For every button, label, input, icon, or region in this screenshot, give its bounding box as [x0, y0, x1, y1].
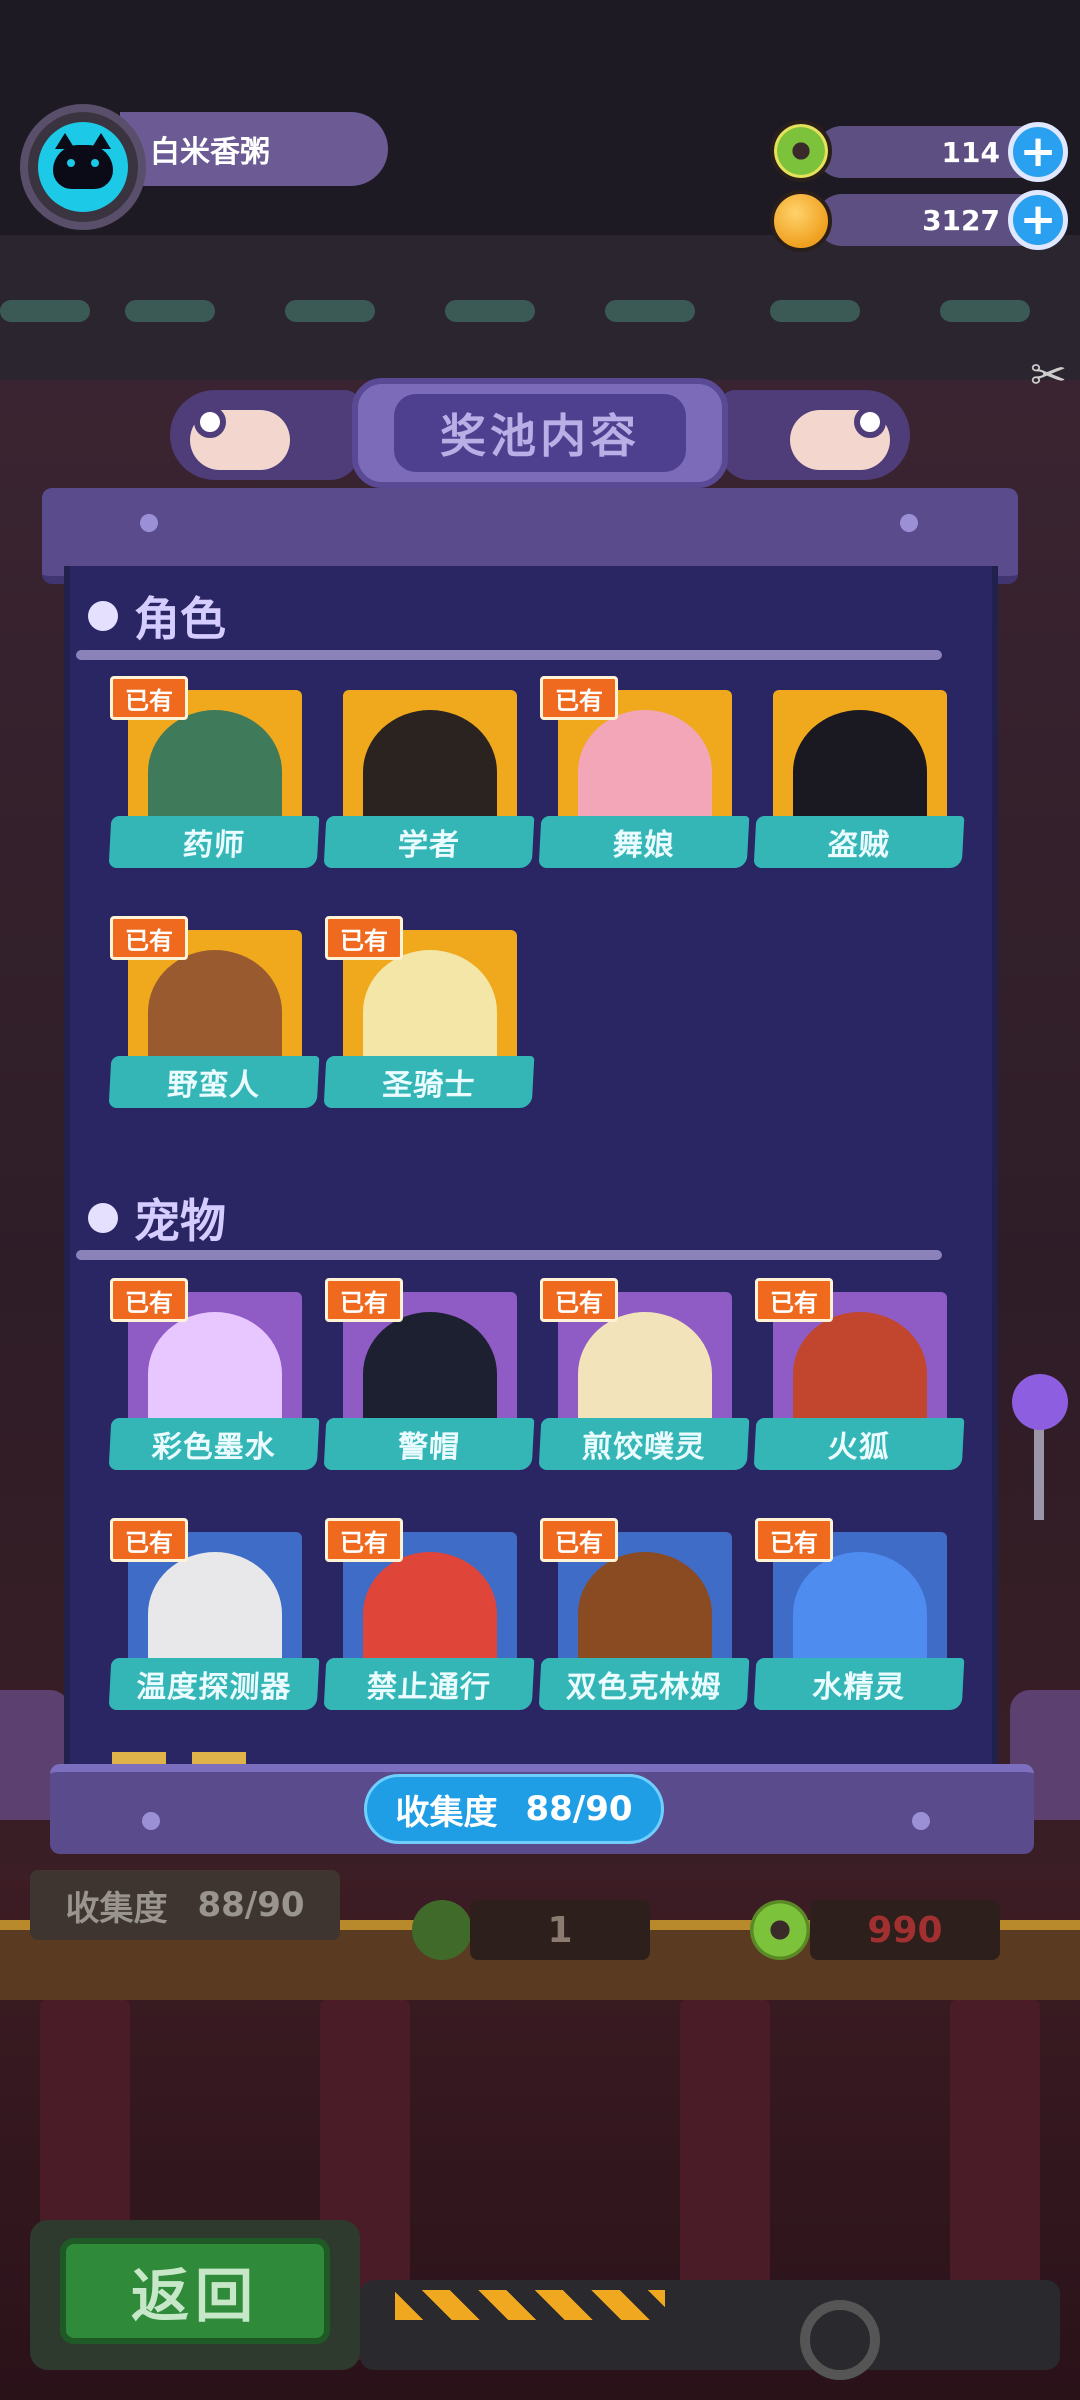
prize-name: 双色克林姆 [538, 1658, 750, 1710]
paperclip-icon[interactable]: ✂ [1030, 350, 1080, 410]
prize-name: 盗贼 [753, 816, 965, 868]
hazard-stripe [395, 2290, 665, 2320]
prize-name: 彩色墨水 [108, 1418, 320, 1470]
section-title: 宠物 [134, 1194, 226, 1248]
prize-name: 温度探测器 [108, 1658, 320, 1710]
owned-badge: 已有 [755, 1278, 833, 1322]
owned-badge: 已有 [325, 1278, 403, 1322]
light-strip [125, 300, 215, 322]
light-strip [770, 300, 860, 322]
collection-label: 收集度 [395, 1792, 498, 1833]
donut-coin-icon [770, 120, 832, 182]
prize-name: 野蛮人 [108, 1056, 320, 1108]
light-strip [285, 300, 375, 322]
fish-decoration-left [170, 370, 360, 480]
background-collection-value: 88/90 [197, 1885, 305, 1925]
prize-card[interactable]: 舞娘 已有 [538, 676, 752, 890]
knob-decoration [800, 2300, 880, 2380]
add-planet-button[interactable]: + [1008, 190, 1068, 250]
prize-name: 警帽 [323, 1418, 535, 1470]
lever-ball [1012, 1374, 1068, 1430]
bolt-decoration [140, 514, 158, 532]
planet-currency-value: 3127 [922, 203, 1000, 237]
section-divider [76, 1250, 942, 1260]
add-donut-button[interactable]: + [1008, 122, 1068, 182]
section-header-characters: 角色 [88, 586, 226, 646]
section-header-pets: 宠物 [88, 1188, 226, 1248]
light-strip [605, 300, 695, 322]
background-slot-right: 990 [810, 1900, 1000, 1960]
fish-decoration-right [720, 370, 910, 480]
owned-badge: 已有 [110, 1278, 188, 1322]
fish-eye [194, 406, 226, 438]
section-divider [76, 650, 942, 660]
avatar-eye [91, 159, 99, 167]
leaf-coin-icon [412, 1900, 472, 1960]
prize-card[interactable]: 火狐 已有 [753, 1278, 967, 1492]
panel-title: 奖池内容 [394, 394, 686, 472]
collection-value: 88/90 [525, 1789, 633, 1829]
prize-name: 火狐 [753, 1418, 965, 1470]
username-pill[interactable]: 白米香粥 [120, 112, 388, 186]
prize-card[interactable]: 学者 [323, 690, 537, 890]
owned-badge: 已有 [540, 676, 618, 720]
prize-card[interactable]: 盗贼 [753, 690, 967, 890]
section-title: 角色 [134, 592, 226, 646]
prize-card[interactable]: 温度探测器 已有 [108, 1518, 322, 1732]
owned-badge: 已有 [325, 916, 403, 960]
avatar-eye [67, 159, 75, 167]
avatar-face [53, 133, 113, 189]
section-bullet [88, 601, 118, 631]
prize-name: 舞娘 [538, 816, 750, 868]
prize-name: 学者 [323, 816, 535, 868]
owned-badge: 已有 [110, 1518, 188, 1562]
background-slot-left: 1 [470, 1900, 650, 1960]
back-button[interactable]: 返回 [60, 2238, 330, 2344]
prize-card[interactable]: 双色克林姆 已有 [538, 1518, 752, 1732]
light-strip [940, 300, 1030, 322]
prize-card[interactable]: 彩色墨水 已有 [108, 1278, 322, 1492]
donut-currency-value: 114 [941, 135, 1000, 169]
light-strip [0, 300, 90, 322]
prize-card[interactable]: 药师 已有 [108, 676, 322, 890]
username: 白米香粥 [150, 135, 270, 170]
owned-badge: 已有 [755, 1518, 833, 1562]
prize-name: 煎饺噗灵 [538, 1418, 750, 1470]
prize-name: 圣骑士 [323, 1056, 535, 1108]
owned-badge: 已有 [540, 1518, 618, 1562]
bolt-decoration [142, 1812, 160, 1830]
owned-badge: 已有 [325, 1518, 403, 1562]
prize-card[interactable]: 圣骑士 已有 [323, 916, 537, 1130]
prize-card[interactable]: 煎饺噗灵 已有 [538, 1278, 752, 1492]
prize-card[interactable]: 野蛮人 已有 [108, 916, 322, 1130]
fish-eye [854, 406, 886, 438]
section-bullet [88, 1203, 118, 1233]
owned-badge: 已有 [540, 1278, 618, 1322]
background-collection-text: 收集度 [65, 1888, 168, 1929]
owned-badge: 已有 [110, 916, 188, 960]
bolt-decoration [900, 514, 918, 532]
background-collection-label: 收集度 88/90 [30, 1870, 340, 1940]
prize-name: 药师 [108, 816, 320, 868]
donut-coin-icon [750, 1900, 810, 1960]
prize-card[interactable]: 水精灵 已有 [753, 1518, 967, 1732]
scroll-hint [112, 1752, 166, 1764]
prize-card[interactable]: 禁止通行 已有 [323, 1518, 537, 1732]
cat-face-icon[interactable] [38, 122, 128, 212]
collection-progress: 收集度 88/90 [364, 1774, 664, 1844]
light-strip [445, 300, 535, 322]
owned-badge: 已有 [110, 676, 188, 720]
prize-card[interactable]: 警帽 已有 [323, 1278, 537, 1492]
planet-coin-icon [770, 190, 832, 252]
bolt-decoration [912, 1812, 930, 1830]
prize-name: 禁止通行 [323, 1658, 535, 1710]
scroll-hint [192, 1752, 246, 1764]
prize-name: 水精灵 [753, 1658, 965, 1710]
